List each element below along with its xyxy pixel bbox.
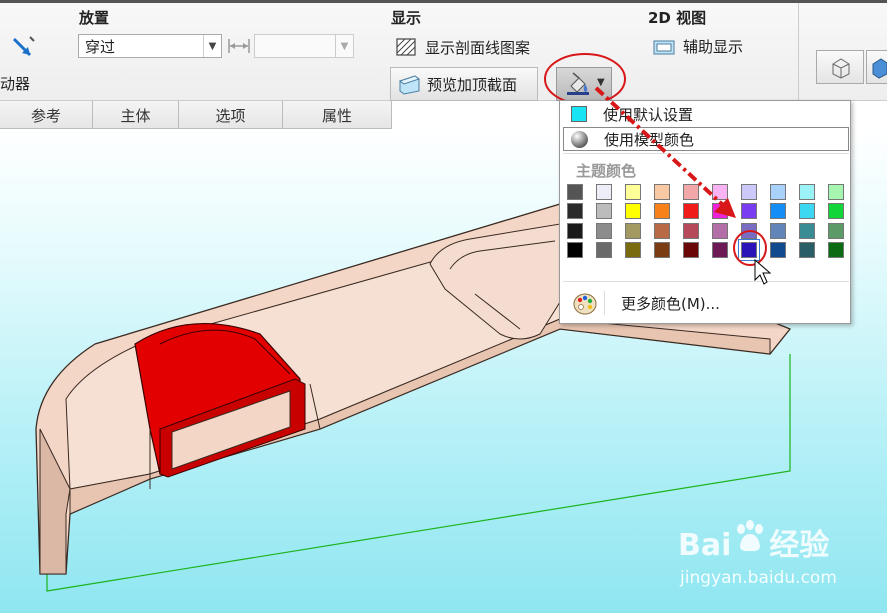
color-swatch[interactable]: [625, 222, 641, 239]
tab-options[interactable]: 选项: [179, 101, 283, 129]
preview-cap-section-label: 预览加顶截面: [427, 75, 518, 94]
color-swatch[interactable]: [567, 184, 583, 200]
color-swatch[interactable]: [770, 203, 786, 220]
theme-colors-heading: 主题颜色: [576, 162, 637, 180]
color-swatch[interactable]: [683, 203, 699, 220]
color-swatch[interactable]: [712, 222, 728, 239]
color-swatch[interactable]: [683, 241, 699, 258]
menu-item-separator-bar: [604, 291, 605, 315]
color-swatch[interactable]: [567, 203, 583, 220]
watermark-url: jingyan.baidu.com: [680, 568, 837, 588]
sphere-icon: [571, 131, 588, 148]
color-swatch[interactable]: [770, 222, 786, 239]
preview-cap-section-button[interactable]: 预览加顶截面: [390, 67, 538, 101]
color-swatch[interactable]: [567, 241, 583, 258]
color-swatch[interactable]: [596, 222, 612, 239]
color-swatch[interactable]: [741, 184, 757, 200]
color-swatch[interactable]: [712, 203, 728, 220]
color-swatch[interactable]: [712, 184, 728, 200]
color-swatch[interactable]: [799, 184, 815, 200]
show-hatch-pattern-label: 显示剖面线图案: [425, 38, 531, 57]
color-swatch[interactable]: [625, 203, 641, 220]
color-picker-highlight: [544, 53, 626, 105]
tab-bodies[interactable]: 主体: [93, 101, 179, 129]
color-swatch[interactable]: [741, 203, 757, 220]
menu-item-more-colors[interactable]: 更多颜色(M)...: [563, 291, 849, 315]
color-swatch[interactable]: [596, 184, 612, 200]
left-edge-label: 动器: [0, 75, 31, 93]
color-swatch[interactable]: [770, 241, 786, 258]
feature-tabs: 参考 主体 选项 属性: [0, 101, 392, 129]
menu-separator: [563, 153, 849, 154]
wireframe-view-button[interactable]: [816, 50, 864, 84]
chevron-down-icon[interactable]: ▼: [203, 35, 221, 57]
color-swatch[interactable]: [596, 203, 612, 220]
tab-properties[interactable]: 属性: [283, 101, 392, 129]
color-swatch[interactable]: [654, 222, 670, 239]
ribbon-toolbar: 动器 放置 穿过 ▼ ▼ 显示 显示剖面线图案 预览加顶截面 ▼ 2D 视图 辅…: [0, 0, 887, 105]
shaded-cube-icon: [871, 56, 887, 80]
default-color-swatch-icon: [571, 106, 587, 122]
color-swatch[interactable]: [683, 222, 699, 239]
section-plane-icon: [397, 73, 421, 95]
color-swatch[interactable]: [828, 222, 844, 239]
show-hatch-pattern-button[interactable]: 显示剖面线图案: [395, 36, 530, 58]
aux-display-label: 辅助显示: [683, 38, 744, 56]
color-swatch[interactable]: [596, 241, 612, 258]
aux-display-button[interactable]: 辅助显示: [653, 36, 743, 57]
palette-icon: [572, 292, 598, 320]
shaded-view-button[interactable]: [866, 50, 887, 84]
color-swatch[interactable]: [625, 241, 641, 258]
hatch-pattern-icon: [395, 36, 419, 58]
group-separator: [798, 3, 799, 100]
view2d-group-title: 2D 视图: [648, 9, 707, 27]
placement-value: 穿过: [85, 37, 116, 56]
menu-item-model-color[interactable]: 使用模型颜色: [563, 127, 849, 151]
baidu-watermark: Bai 经验 jingyan.baidu.com: [678, 520, 878, 600]
color-swatch[interactable]: [799, 241, 815, 258]
wireframe-cube-icon: [829, 56, 853, 80]
aux-display-icon: [653, 37, 677, 57]
watermark-brand: Bai 经验: [678, 520, 829, 564]
color-swatch[interactable]: [741, 222, 757, 239]
color-swatch[interactable]: [625, 184, 641, 200]
menu-item-default-settings[interactable]: 使用默认设置: [563, 102, 849, 126]
color-swatch[interactable]: [683, 184, 699, 200]
color-swatch[interactable]: [567, 222, 583, 239]
placement-dropdown[interactable]: 穿过 ▼: [78, 34, 222, 58]
distance-dropdown[interactable]: ▼: [254, 34, 354, 58]
color-swatch[interactable]: [799, 203, 815, 220]
chevron-down-icon[interactable]: ▼: [335, 35, 353, 57]
tab-references[interactable]: 参考: [0, 101, 93, 129]
distance-icon: [227, 36, 251, 56]
color-swatch[interactable]: [828, 203, 844, 220]
color-swatch[interactable]: [828, 184, 844, 200]
display-group-title: 显示: [391, 9, 422, 27]
arrows-icon[interactable]: [8, 31, 38, 61]
menu-separator: [563, 281, 849, 282]
color-swatch[interactable]: [739, 239, 759, 260]
color-dropdown-menu: 使用默认设置 使用模型颜色 主题颜色 更多颜色(M)...: [559, 100, 851, 324]
paw-icon: [732, 520, 768, 562]
color-swatch[interactable]: [654, 241, 670, 258]
color-swatch[interactable]: [799, 222, 815, 239]
color-swatch[interactable]: [828, 241, 844, 258]
color-swatch[interactable]: [712, 241, 728, 258]
color-swatch[interactable]: [654, 203, 670, 220]
color-swatch[interactable]: [770, 184, 786, 200]
color-swatch[interactable]: [654, 184, 670, 200]
placement-group-title: 放置: [79, 9, 110, 27]
